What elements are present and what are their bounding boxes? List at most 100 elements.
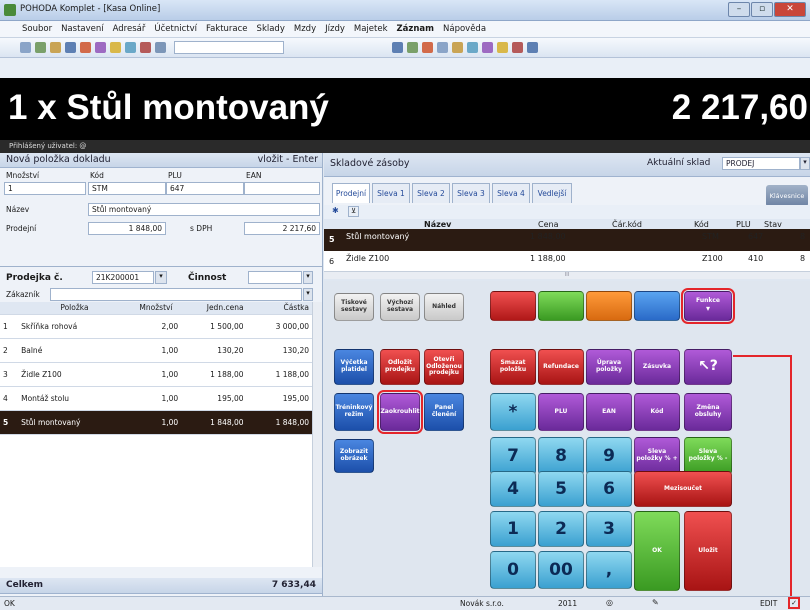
items-header-polozka[interactable]: Položka — [18, 302, 131, 315]
mail-icon[interactable] — [512, 42, 523, 53]
price-vat-input[interactable]: 2 217,60 — [244, 222, 320, 235]
chart-icon[interactable] — [467, 42, 478, 53]
functions-button[interactable]: Funkce ▾ — [681, 288, 735, 324]
items-header-cena[interactable]: Jedn.cena — [181, 302, 247, 315]
menu-mzdy[interactable]: Mzdy — [294, 24, 316, 34]
blue-color-button[interactable] — [634, 291, 680, 321]
default-report-button[interactable]: Výchozí sestava — [380, 293, 420, 321]
edit-item-button[interactable]: Úprava položky — [586, 349, 632, 385]
items-header-castka[interactable]: Částka — [246, 302, 312, 315]
name-input[interactable]: Stůl montovaný — [88, 203, 320, 216]
agenda-icon[interactable] — [392, 42, 403, 53]
tab-sleva-2[interactable]: Sleva 2 — [412, 183, 450, 203]
doc-number-dropdown-icon[interactable]: ▾ — [155, 271, 167, 284]
menu-ucetnictvi[interactable]: Účetnictví — [154, 24, 197, 34]
stock-col-nazev[interactable]: Název — [424, 220, 451, 229]
stock-hscrollbar[interactable]: III — [324, 271, 810, 279]
stock-col-cena[interactable]: Cena — [538, 220, 558, 229]
asterisk-icon[interactable]: ✱ — [332, 206, 343, 217]
red-color-button[interactable] — [490, 291, 536, 321]
settings-icon[interactable] — [437, 42, 448, 53]
menu-sklady[interactable]: Sklady — [257, 24, 285, 34]
new-icon[interactable] — [80, 42, 91, 53]
show-image-button[interactable]: Zobrazit obrázek — [334, 439, 374, 473]
delete-item-button[interactable]: Smazat položku — [490, 349, 536, 385]
customer-select[interactable] — [50, 288, 302, 301]
menu-majetek[interactable]: Majetek — [354, 24, 388, 34]
stock-col-kod[interactable]: Kód — [694, 220, 709, 229]
toolbar-search-input[interactable] — [174, 41, 284, 54]
link-icon[interactable] — [407, 42, 418, 53]
key-3[interactable]: 3 — [586, 511, 632, 547]
copy-icon[interactable] — [95, 42, 106, 53]
save-icon[interactable] — [65, 42, 76, 53]
key-00[interactable]: 00 — [538, 551, 584, 589]
table-row[interactable]: 2 Balné 1,00 130,20 130,20 — [0, 338, 312, 363]
preview-icon[interactable] — [50, 42, 61, 53]
warehouse-select[interactable]: PRODEJ — [722, 157, 800, 170]
ean-input[interactable] — [244, 182, 320, 195]
activity-select[interactable] — [248, 271, 302, 284]
discount-plus-button[interactable]: Sleva položky % + — [634, 437, 680, 475]
users-icon[interactable] — [482, 42, 493, 53]
keyboard-button[interactable]: Klávesnice — [766, 185, 808, 207]
doc-number-input[interactable]: 21K200001 — [92, 271, 154, 284]
save-receipt-button[interactable]: Uložit — [684, 511, 732, 591]
items-scrollbar[interactable] — [312, 302, 322, 567]
tab-sleva-3[interactable]: Sleva 3 — [452, 183, 490, 203]
tools-icon[interactable] — [422, 42, 433, 53]
print-reports-button[interactable]: Tiskové sestavy — [334, 293, 374, 321]
ok-button[interactable]: OK — [634, 511, 680, 591]
orange-color-button[interactable] — [586, 291, 632, 321]
menu-adresar[interactable]: Adresář — [113, 24, 146, 34]
panel-division-button[interactable]: Panel členění — [424, 393, 464, 431]
key-4[interactable]: 4 — [490, 471, 536, 507]
menu-napoveda[interactable]: Nápověda — [443, 24, 486, 34]
print-icon[interactable] — [35, 42, 46, 53]
menu-jizdy[interactable]: Jízdy — [325, 24, 345, 34]
percent-icon[interactable] — [140, 42, 151, 53]
table-row[interactable]: 1 Skříňka rohová 2,00 1 500,00 3 000,00 — [0, 314, 312, 339]
filter-icon[interactable] — [110, 42, 121, 53]
cash-count-button[interactable]: Výčetka platidel — [334, 349, 374, 385]
table-row[interactable]: 3 Židle Z100 1,00 1 188,00 1 188,00 — [0, 362, 312, 387]
items-header-mnozstvi[interactable]: Množství — [130, 302, 182, 315]
open-parked-button[interactable]: Otevři Odloženou prodejku — [424, 349, 464, 385]
green-color-button[interactable] — [538, 291, 584, 321]
key-6[interactable]: 6 — [586, 471, 632, 507]
edit-check-icon[interactable]: ✓ — [788, 597, 800, 609]
menu-soubor[interactable]: Soubor — [22, 24, 52, 34]
report-icon[interactable] — [452, 42, 463, 53]
key-9[interactable]: 9 — [586, 437, 632, 475]
filter-icon[interactable]: ⊻ — [348, 206, 359, 217]
activity-dropdown-icon[interactable]: ▾ — [303, 271, 313, 284]
key-7[interactable]: 7 — [490, 437, 536, 475]
ean-button[interactable]: EAN — [586, 393, 632, 431]
price-input[interactable]: 1 848,00 — [88, 222, 166, 235]
close-button[interactable]: ✕ — [774, 2, 806, 17]
minimize-button[interactable]: – — [728, 2, 750, 17]
preview-button[interactable]: Náhled — [424, 293, 464, 321]
maximize-button[interactable]: ▫ — [751, 2, 773, 17]
undo-icon[interactable] — [155, 42, 166, 53]
code-button[interactable]: Kód — [634, 393, 680, 431]
key-0[interactable]: 0 — [490, 551, 536, 589]
table-row-selected[interactable]: 5 Stůl montovaný 1,00 1 848,00 1 848,00 — [0, 410, 312, 435]
key-2[interactable]: 2 — [538, 511, 584, 547]
cursor-help-icon[interactable]: ↖? — [684, 349, 732, 385]
park-receipt-button[interactable]: Odložit prodejku — [380, 349, 420, 385]
drawer-button[interactable]: Zásuvka — [634, 349, 680, 385]
quantity-input[interactable]: 1 — [4, 182, 86, 195]
multiply-key[interactable]: * — [490, 393, 536, 431]
stock-col-ean[interactable]: Čár.kód — [612, 220, 642, 229]
warehouse-dropdown-icon[interactable]: ▾ — [800, 157, 810, 170]
tab-sleva-4[interactable]: Sleva 4 — [492, 183, 530, 203]
plu-button[interactable]: PLU — [538, 393, 584, 431]
key-8[interactable]: 8 — [538, 437, 584, 475]
tab-sleva-1[interactable]: Sleva 1 — [372, 183, 410, 203]
menu-zaznam[interactable]: Záznam — [397, 24, 435, 34]
code-input[interactable]: STM — [88, 182, 166, 195]
table-row-selected[interactable]: 5 Stůl montovaný 1 848,00 STM 647 8 — [324, 229, 810, 251]
help-icon[interactable] — [527, 42, 538, 53]
discount-minus-button[interactable]: Sleva položky % - — [684, 437, 732, 475]
